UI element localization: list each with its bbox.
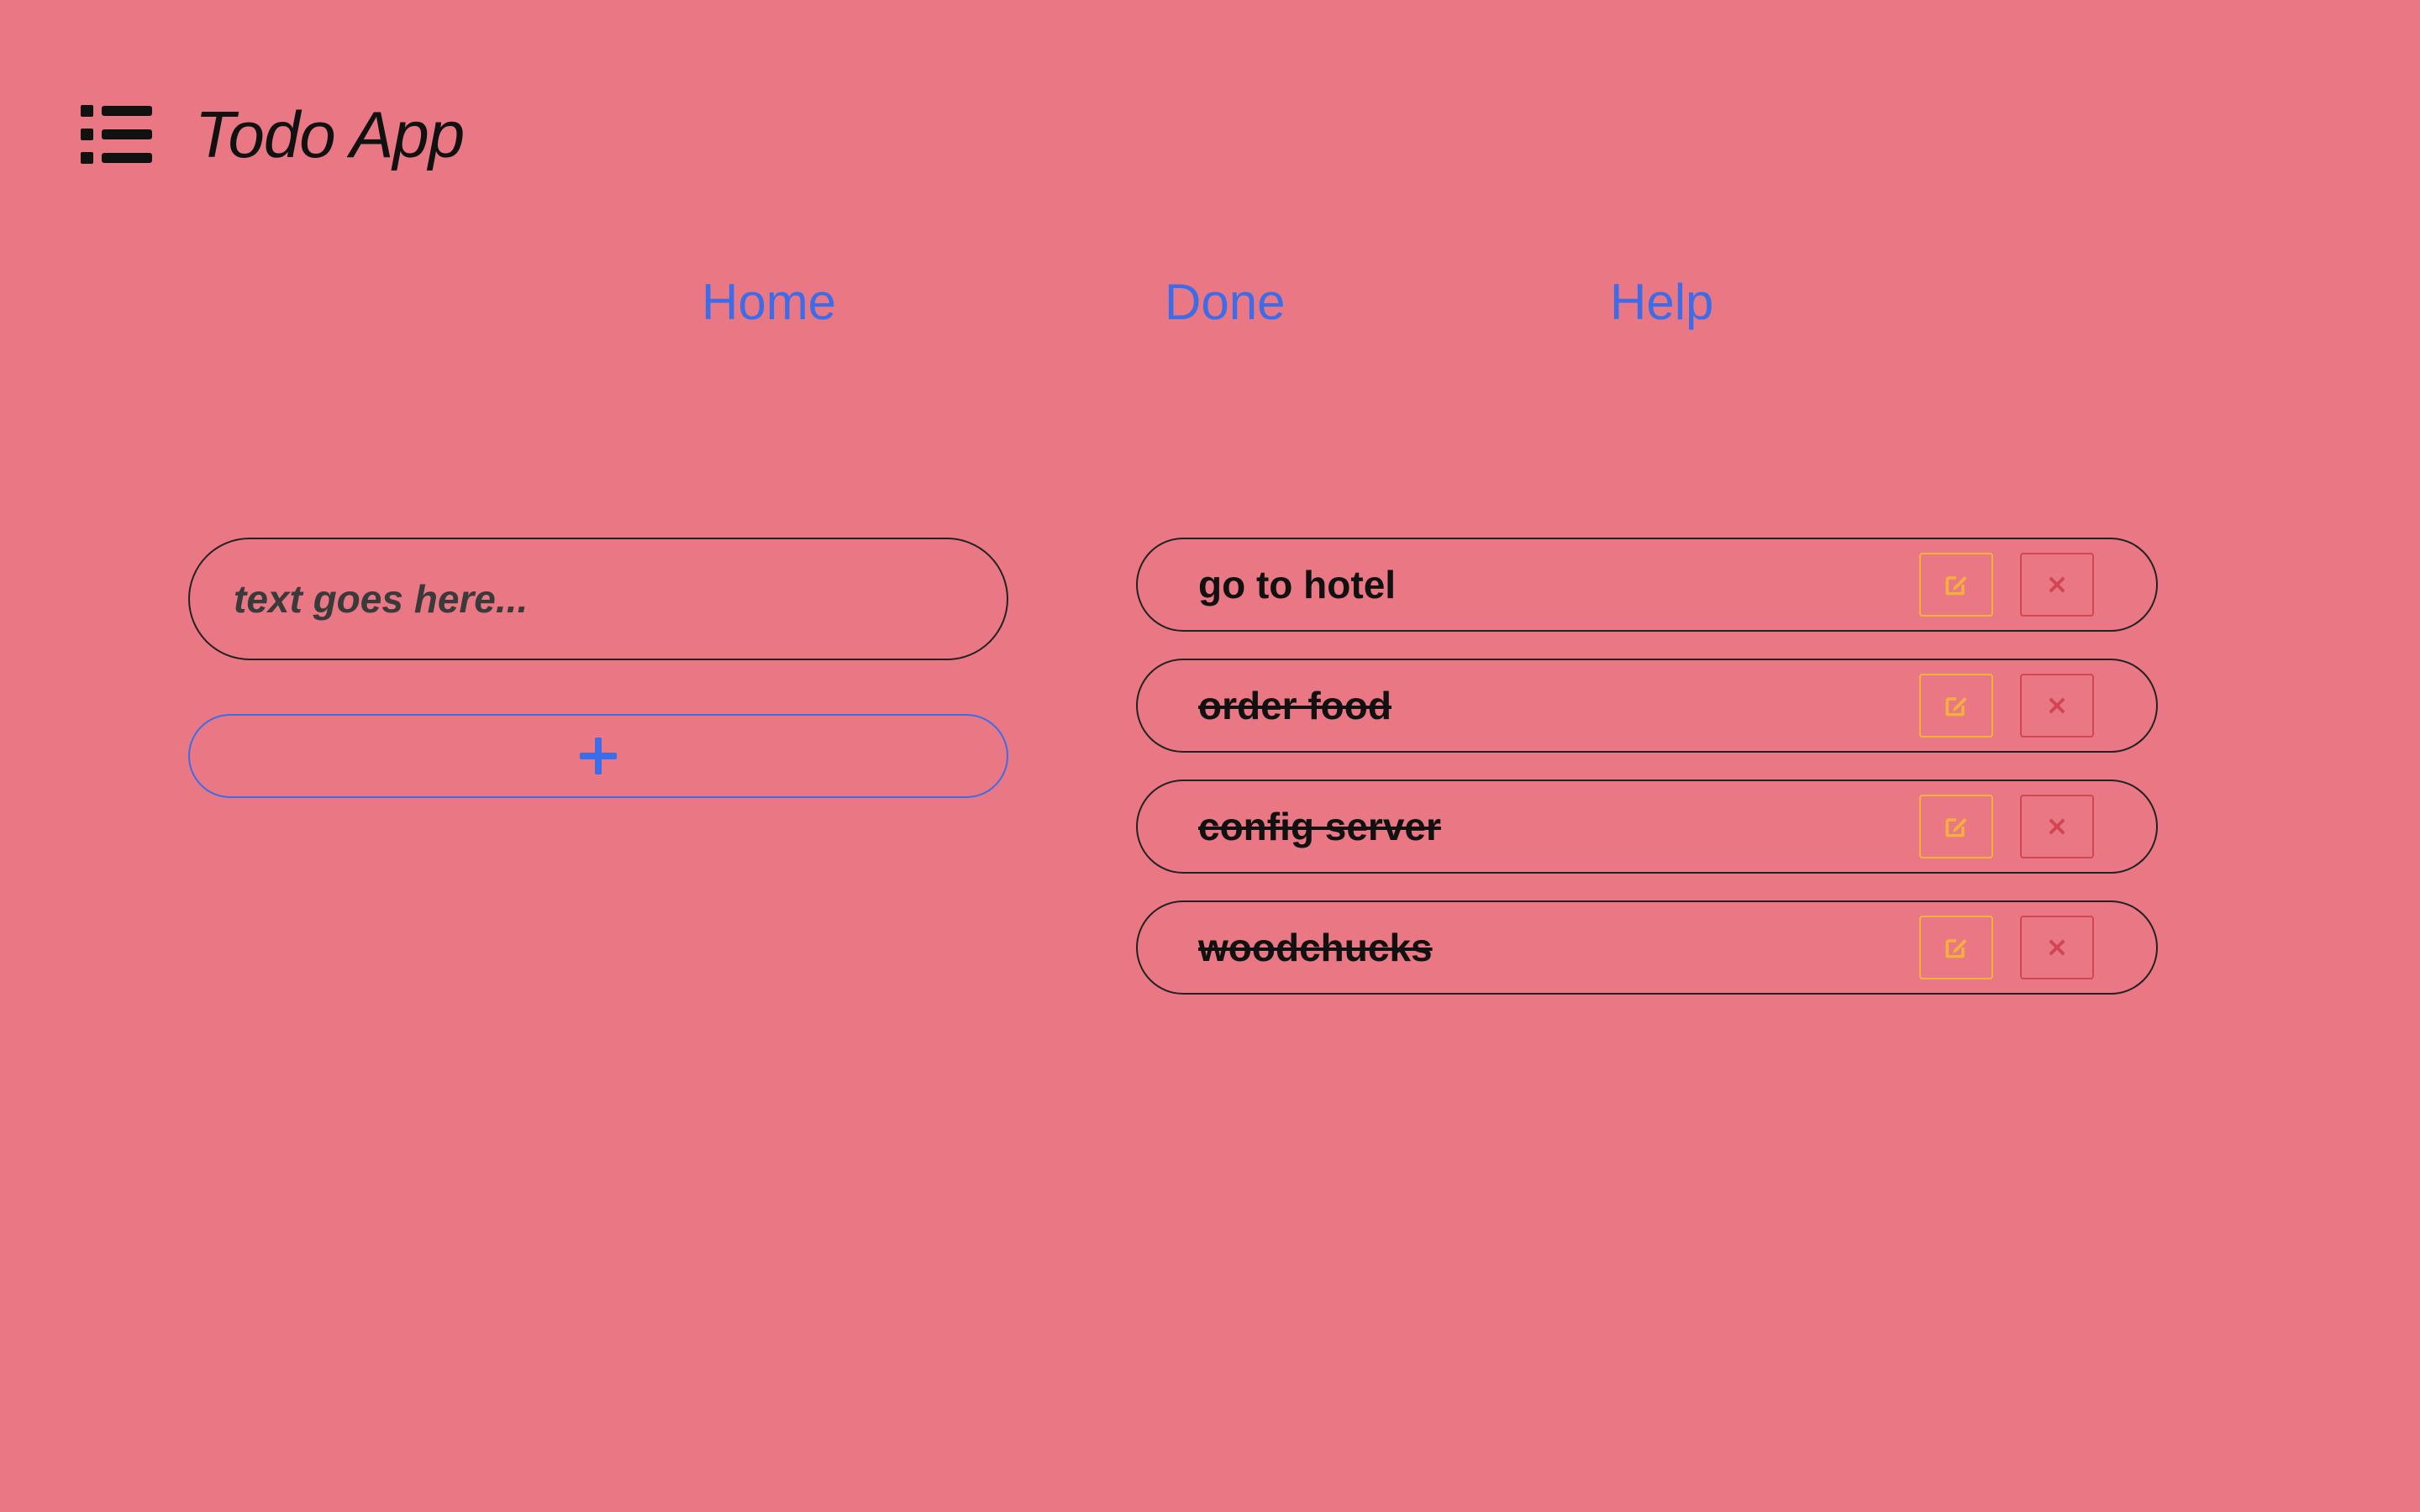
- add-todo-button[interactable]: [188, 714, 1008, 798]
- todo-text-input[interactable]: [188, 538, 1008, 660]
- close-icon: [2049, 819, 2065, 834]
- todo-item-text[interactable]: woodchucks: [1198, 925, 1433, 970]
- delete-button[interactable]: [2020, 916, 2094, 979]
- todo-item-text[interactable]: order food: [1198, 683, 1392, 728]
- todo-item: order food: [1136, 659, 2158, 753]
- delete-button[interactable]: [2020, 553, 2094, 617]
- edit-icon: [1945, 818, 1967, 837]
- edit-button[interactable]: [1919, 795, 1993, 858]
- todo-item-text[interactable]: go to hotel: [1198, 562, 1396, 607]
- list-icon[interactable]: [81, 105, 153, 164]
- edit-icon: [1945, 697, 1967, 717]
- todo-item: config server: [1136, 780, 2158, 874]
- close-icon: [2049, 940, 2065, 955]
- edit-button[interactable]: [1919, 553, 1993, 617]
- plus-icon: [580, 738, 617, 774]
- app-header: Todo App: [81, 92, 465, 176]
- nav-link-home[interactable]: Home: [702, 273, 836, 331]
- edit-icon: [1945, 576, 1967, 596]
- close-icon: [2049, 698, 2065, 713]
- nav-link-help[interactable]: Help: [1610, 273, 1713, 331]
- delete-button[interactable]: [2020, 795, 2094, 858]
- edit-button[interactable]: [1919, 916, 1993, 979]
- close-icon: [2049, 577, 2065, 592]
- edit-button[interactable]: [1919, 674, 1993, 738]
- main-nav: Home Done Help: [0, 273, 2420, 349]
- app-title: Todo App: [195, 97, 465, 171]
- todo-item: go to hotel: [1136, 538, 2158, 632]
- todo-item: woodchucks: [1136, 900, 2158, 995]
- nav-link-done[interactable]: Done: [1165, 273, 1285, 331]
- edit-icon: [1945, 939, 1967, 958]
- todo-item-text[interactable]: config server: [1198, 804, 1441, 849]
- delete-button[interactable]: [2020, 674, 2094, 738]
- todo-list: go to hotel order food config server woo…: [1136, 538, 2158, 1021]
